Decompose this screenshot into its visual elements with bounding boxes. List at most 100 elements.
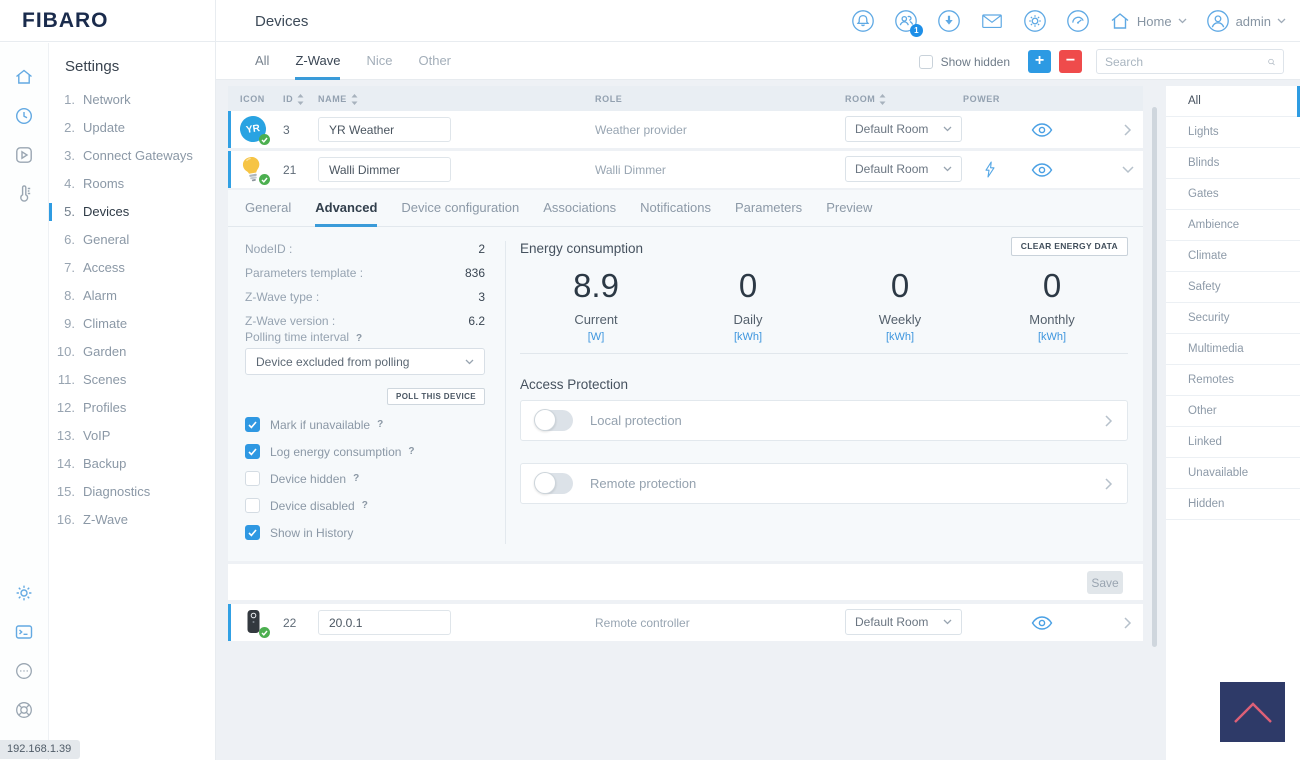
settings-item-climate[interactable]: 9.Climate — [49, 310, 215, 338]
panel-tab-general[interactable]: General — [245, 190, 291, 226]
remote-protection-toggle[interactable] — [535, 473, 573, 494]
settings-item-alarm[interactable]: 8.Alarm — [49, 282, 215, 310]
room-select[interactable]: Default Room — [845, 609, 962, 635]
collapse-chevron-icon[interactable] — [1121, 151, 1135, 188]
terminal-console-icon[interactable] — [14, 622, 34, 642]
help-icon[interactable]: ? — [356, 333, 362, 344]
save-button[interactable]: Save — [1087, 571, 1123, 594]
checkbox[interactable] — [245, 471, 260, 486]
user-menu[interactable]: admin — [1206, 9, 1286, 33]
settings-item-general[interactable]: 6.General — [49, 226, 215, 254]
room-select[interactable]: Default Room — [845, 156, 962, 182]
settings-item-scenes[interactable]: 11.Scenes — [49, 366, 215, 394]
home-selector[interactable]: Home — [1109, 10, 1187, 32]
category-other[interactable]: Other — [1166, 396, 1300, 427]
settings-item-network[interactable]: 1.Network — [49, 86, 215, 114]
chat-assistant-icon[interactable] — [14, 661, 34, 681]
unit-link[interactable]: [kWh] — [672, 331, 824, 343]
sort-icon[interactable] — [351, 94, 358, 105]
tab-other[interactable]: Other — [419, 43, 452, 80]
home-icon[interactable] — [14, 67, 34, 87]
panel-tab-notifications[interactable]: Notifications — [640, 190, 711, 226]
panel-tab-associations[interactable]: Associations — [543, 190, 616, 226]
category-linked[interactable]: Linked — [1166, 427, 1300, 458]
panel-tab-advanced[interactable]: Advanced — [315, 190, 377, 226]
checkbox[interactable] — [245, 525, 260, 540]
chevron-right-icon[interactable] — [1105, 415, 1113, 427]
category-blinds[interactable]: Blinds — [1166, 148, 1300, 179]
gauge-diagnostics-icon[interactable] — [1066, 9, 1090, 33]
column-name[interactable]: NAME — [318, 86, 358, 112]
category-all[interactable]: All — [1166, 86, 1300, 117]
scroll-top-button[interactable] — [1220, 682, 1285, 742]
search-input[interactable] — [1097, 55, 1268, 69]
category-remotes[interactable]: Remotes — [1166, 365, 1300, 396]
history-clock-icon[interactable] — [14, 106, 34, 126]
panel-tab-parameters[interactable]: Parameters — [735, 190, 802, 226]
help-icon[interactable]: ? — [377, 419, 383, 430]
unit-link[interactable]: [W] — [520, 331, 672, 343]
visibility-eye-icon[interactable] — [1030, 111, 1054, 148]
category-unavailable[interactable]: Unavailable — [1166, 458, 1300, 489]
help-icon[interactable]: ? — [362, 500, 368, 511]
alarm-bell-icon[interactable] — [851, 9, 875, 33]
tab-all[interactable]: All — [255, 43, 269, 80]
unit-link[interactable]: [kWh] — [976, 331, 1128, 343]
local-protection-toggle[interactable] — [535, 410, 573, 431]
settings-gear-icon[interactable] — [14, 583, 34, 603]
tab-z-wave[interactable]: Z-Wave — [295, 43, 340, 80]
settings-item-backup[interactable]: 14.Backup — [49, 450, 215, 478]
tab-nice[interactable]: Nice — [366, 43, 392, 80]
settings-item-profiles[interactable]: 12.Profiles — [49, 394, 215, 422]
settings-item-rooms[interactable]: 4.Rooms — [49, 170, 215, 198]
visibility-eye-icon[interactable] — [1030, 151, 1054, 188]
sort-icon[interactable] — [297, 94, 304, 105]
category-gates[interactable]: Gates — [1166, 179, 1300, 210]
category-lights[interactable]: Lights — [1166, 117, 1300, 148]
device-row-walli-dimmer[interactable]: 21 Walli Dimmer Default Room — [228, 151, 1143, 188]
device-name-input[interactable] — [318, 157, 451, 182]
settings-item-z-wave[interactable]: 16.Z-Wave — [49, 506, 215, 534]
show-hidden-checkbox[interactable] — [919, 55, 933, 69]
panel-tab-preview[interactable]: Preview — [826, 190, 872, 226]
sort-icon[interactable] — [879, 94, 886, 105]
settings-item-diagnostics[interactable]: 15.Diagnostics — [49, 478, 215, 506]
mail-icon[interactable] — [980, 9, 1004, 33]
settings-item-voip[interactable]: 13.VoIP — [49, 422, 215, 450]
polling-interval-select[interactable]: Device excluded from polling — [245, 348, 485, 375]
expand-chevron-icon[interactable] — [1121, 111, 1135, 148]
category-climate[interactable]: Climate — [1166, 241, 1300, 272]
device-name-input[interactable] — [318, 117, 451, 142]
climate-thermometer-icon[interactable] — [14, 184, 34, 204]
local-protection-row[interactable]: Local protection — [520, 400, 1128, 441]
settings-item-garden[interactable]: 10.Garden — [49, 338, 215, 366]
expand-chevron-icon[interactable] — [1121, 604, 1135, 641]
checkbox[interactable] — [245, 444, 260, 459]
add-device-button[interactable]: + — [1028, 50, 1051, 73]
search-icon[interactable] — [1268, 55, 1275, 69]
media-play-icon[interactable] — [14, 145, 34, 165]
category-safety[interactable]: Safety — [1166, 272, 1300, 303]
settings-item-connect-gateways[interactable]: 3.Connect Gateways — [49, 142, 215, 170]
remove-device-button[interactable]: − — [1059, 50, 1082, 73]
users-icon[interactable]: 1 — [894, 9, 918, 33]
device-name-input[interactable] — [318, 610, 451, 635]
settings-item-devices[interactable]: 5.Devices — [49, 198, 215, 226]
help-icon[interactable]: ? — [353, 473, 359, 484]
brightness-settings-icon[interactable] — [1023, 9, 1047, 33]
settings-item-access[interactable]: 7.Access — [49, 254, 215, 282]
category-hidden[interactable]: Hidden — [1166, 489, 1300, 520]
category-ambience[interactable]: Ambience — [1166, 210, 1300, 241]
update-download-icon[interactable] — [937, 9, 961, 33]
chevron-right-icon[interactable] — [1105, 478, 1113, 490]
room-select[interactable]: Default Room — [845, 116, 962, 142]
device-row-yr-weather[interactable]: YR 3 Weather provider Default Room — [228, 111, 1143, 148]
device-row-remote-controller[interactable]: 22 Remote controller Default Room — [228, 604, 1143, 641]
help-icon[interactable]: ? — [408, 446, 414, 457]
unit-link[interactable]: [kWh] — [824, 331, 976, 343]
checkbox[interactable] — [245, 498, 260, 513]
clear-energy-data-button[interactable]: CLEAR ENERGY DATA — [1011, 237, 1128, 256]
visibility-eye-icon[interactable] — [1030, 604, 1054, 641]
settings-item-update[interactable]: 2.Update — [49, 114, 215, 142]
support-lifebuoy-icon[interactable] — [14, 700, 34, 720]
